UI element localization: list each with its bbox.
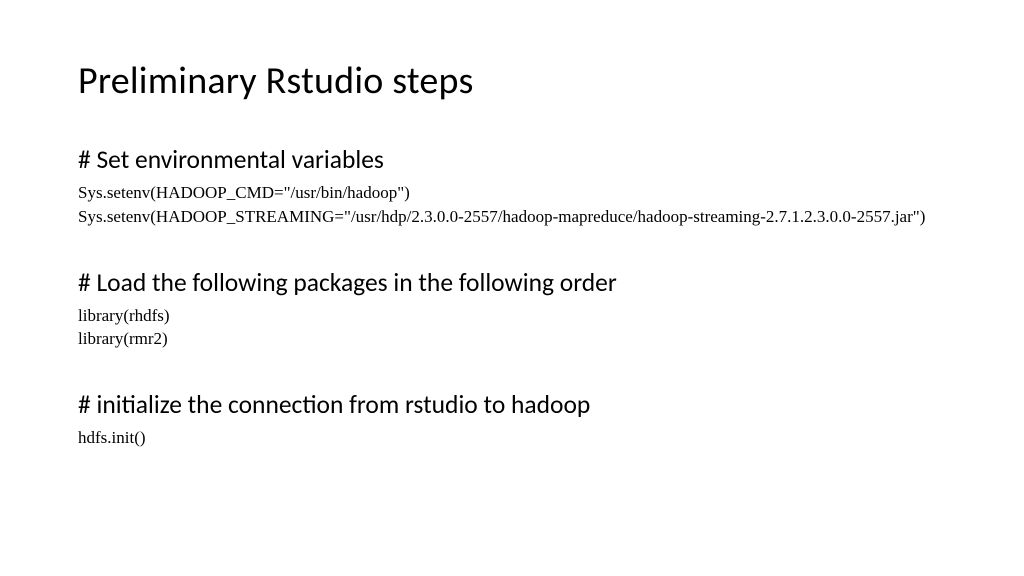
section-init-connection: # initialize the connection from rstudio… [78,389,954,450]
section-load-packages: # Load the following packages in the fol… [78,267,954,352]
code-line: Sys.setenv(HADOOP_CMD="/usr/bin/hadoop") [78,181,954,205]
code-line: Sys.setenv(HADOOP_STREAMING="/usr/hdp/2.… [78,205,954,229]
section-heading: # Set environmental variables [78,144,954,175]
section-heading: # initialize the connection from rstudio… [78,389,954,420]
slide-title: Preliminary Rstudio steps [78,58,954,104]
code-line: library(rhdfs) [78,304,954,328]
slide: Preliminary Rstudio steps # Set environm… [0,0,1024,576]
code-line: hdfs.init() [78,426,954,450]
section-heading: # Load the following packages in the fol… [78,267,954,298]
code-line: library(rmr2) [78,327,954,351]
section-env-vars: # Set environmental variables Sys.setenv… [78,144,954,229]
